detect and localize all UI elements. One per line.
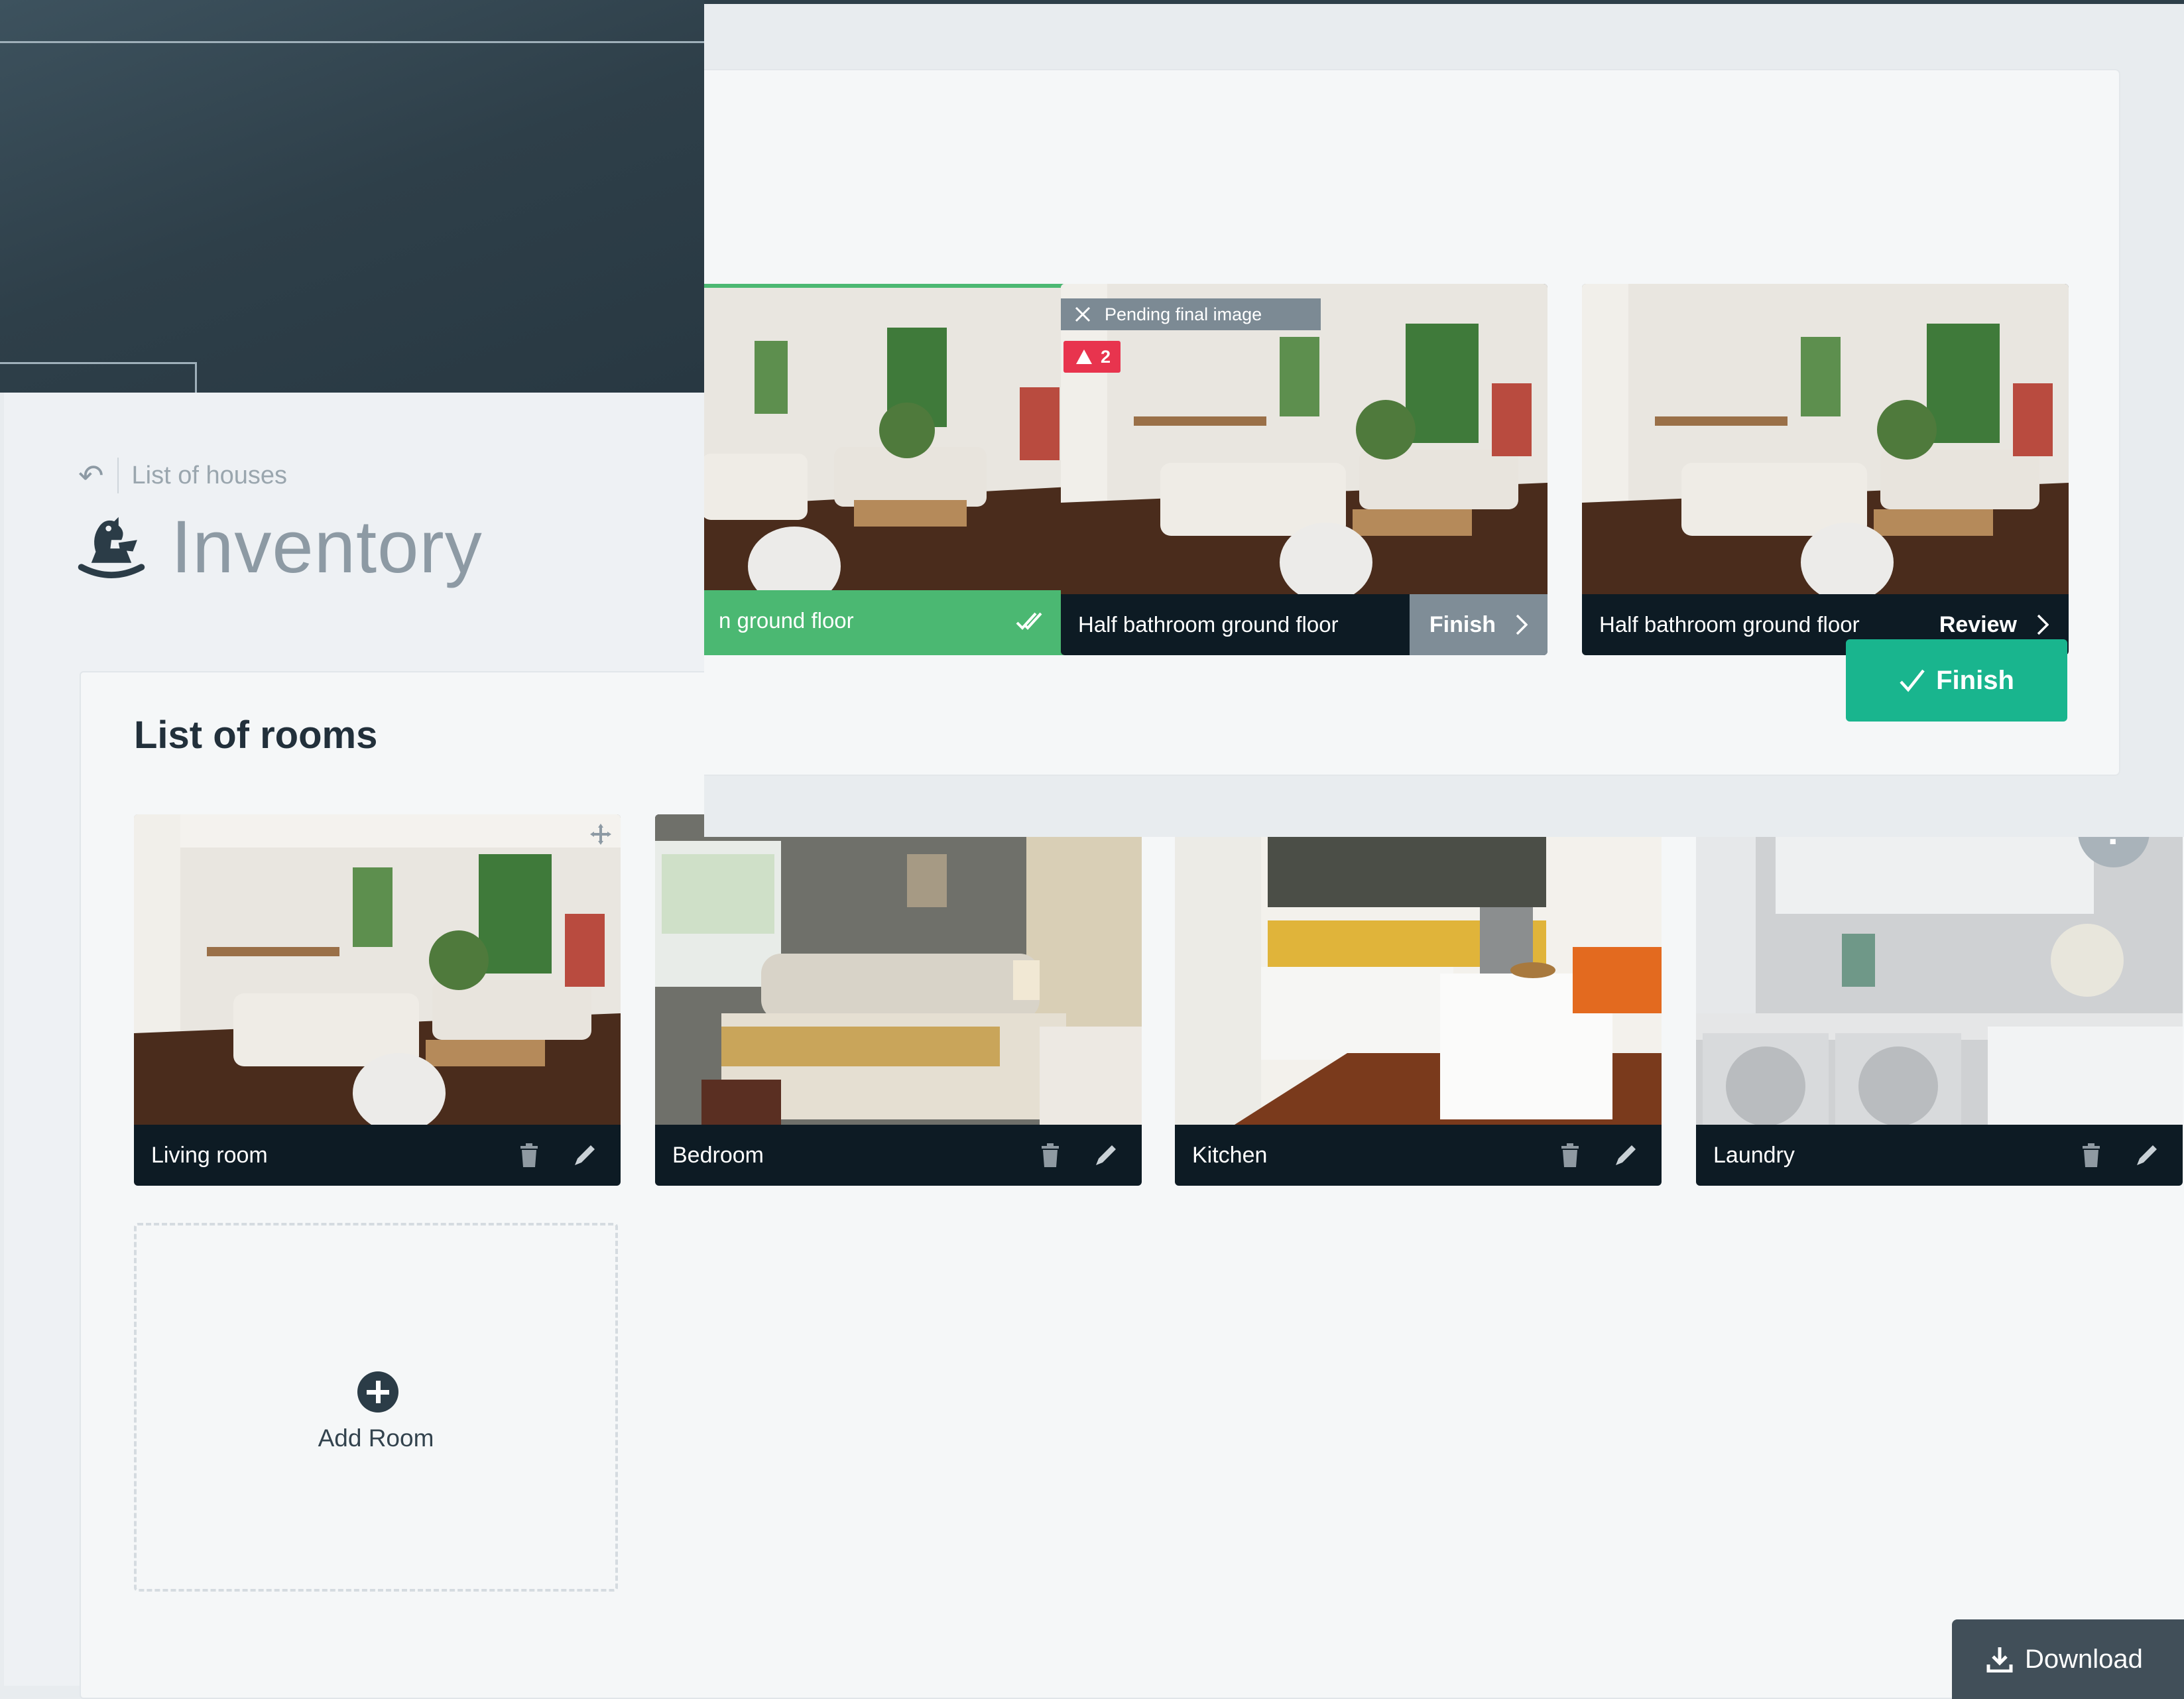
add-room-button[interactable]: Add Room [134,1223,618,1592]
download-label: Download [2025,1644,2143,1674]
room-card-bedroom[interactable]: Bedroom [655,814,1142,1186]
move-icon[interactable] [589,822,613,846]
warning-icon [1076,349,1092,364]
room-photo [1061,284,1547,594]
trash-icon[interactable] [2073,1137,2110,1174]
room-name: Living room [151,1142,268,1168]
room-bar: Bedroom [655,1125,1142,1186]
check-icon [1900,669,1925,692]
edit-icon[interactable] [1607,1137,1644,1174]
alert-badge: 2 [1063,341,1121,373]
room-photo [1175,814,1662,1125]
photo-card-done[interactable]: n ground floor [704,284,1066,655]
rocking-horse-icon [78,517,145,578]
edit-icon[interactable] [566,1137,603,1174]
page-title: Inventory [171,505,483,588]
room-card-laundry[interactable]: Laundry [1696,814,2183,1186]
download-icon [1986,1647,2013,1672]
alert-count: 2 [1101,346,1111,367]
photo-name: n ground floor [719,608,854,633]
breadcrumb[interactable]: ↶ List of houses [78,458,287,493]
photo-card-pending[interactable]: Pending final image 2 Half bathroom grou… [1061,284,1547,655]
room-photo [1582,284,2069,594]
room-name: Laundry [1713,1142,1795,1168]
room-photo [655,814,1142,1125]
connector-line [0,362,196,364]
add-room-label: Add Room [318,1424,434,1452]
review-photo-label: Review [1939,611,2017,637]
photo-name: Half bathroom ground floor [1078,612,1339,637]
divider [117,458,119,493]
pending-badge: Pending final image [1061,298,1321,330]
connector-line [0,41,753,43]
photo-name: Half bathroom ground floor [1599,612,1860,637]
room-bar: Laundry [1696,1125,2183,1186]
room-card-living-room[interactable]: Living room [134,814,621,1186]
header-backdrop [0,0,704,393]
photo-bar: Half bathroom ground floor Finish [1061,594,1547,655]
rooms-title: List of rooms [134,714,378,757]
finish-photo-label: Finish [1429,611,1496,637]
room-card-kitchen[interactable]: Kitchen [1175,814,1662,1186]
trash-icon[interactable] [1551,1137,1589,1174]
trash-icon[interactable] [511,1137,548,1174]
back-arrow-icon[interactable]: ↶ [78,460,104,491]
page-header: Inventory [76,504,483,590]
download-button[interactable]: Download [1952,1619,2184,1699]
edit-icon[interactable] [2128,1137,2165,1174]
chevron-right-icon [2037,614,2049,635]
room-photo [134,814,621,1125]
finish-label: Finish [1936,665,2014,695]
room-name: Bedroom [672,1142,764,1168]
plus-icon [357,1371,398,1413]
close-icon[interactable] [1074,306,1091,323]
back-link[interactable]: List of houses [132,462,287,490]
trash-icon[interactable] [1032,1137,1069,1174]
pending-label: Pending final image [1105,304,1262,324]
edit-icon[interactable] [1087,1137,1124,1174]
room-bar: Living room [134,1125,621,1186]
finish-button[interactable]: Finish [1846,639,2067,722]
room-photo [704,288,1062,598]
finish-photo-button[interactable]: Finish [1409,594,1547,655]
photo-bar: n ground floor [704,590,1062,651]
double-check-icon [996,590,1062,651]
photo-card-review[interactable]: Half bathroom ground floor Review [1582,284,2069,655]
room-name: Kitchen [1192,1142,1268,1168]
room-bar: Kitchen [1175,1125,1662,1186]
chevron-right-icon [1516,614,1528,635]
